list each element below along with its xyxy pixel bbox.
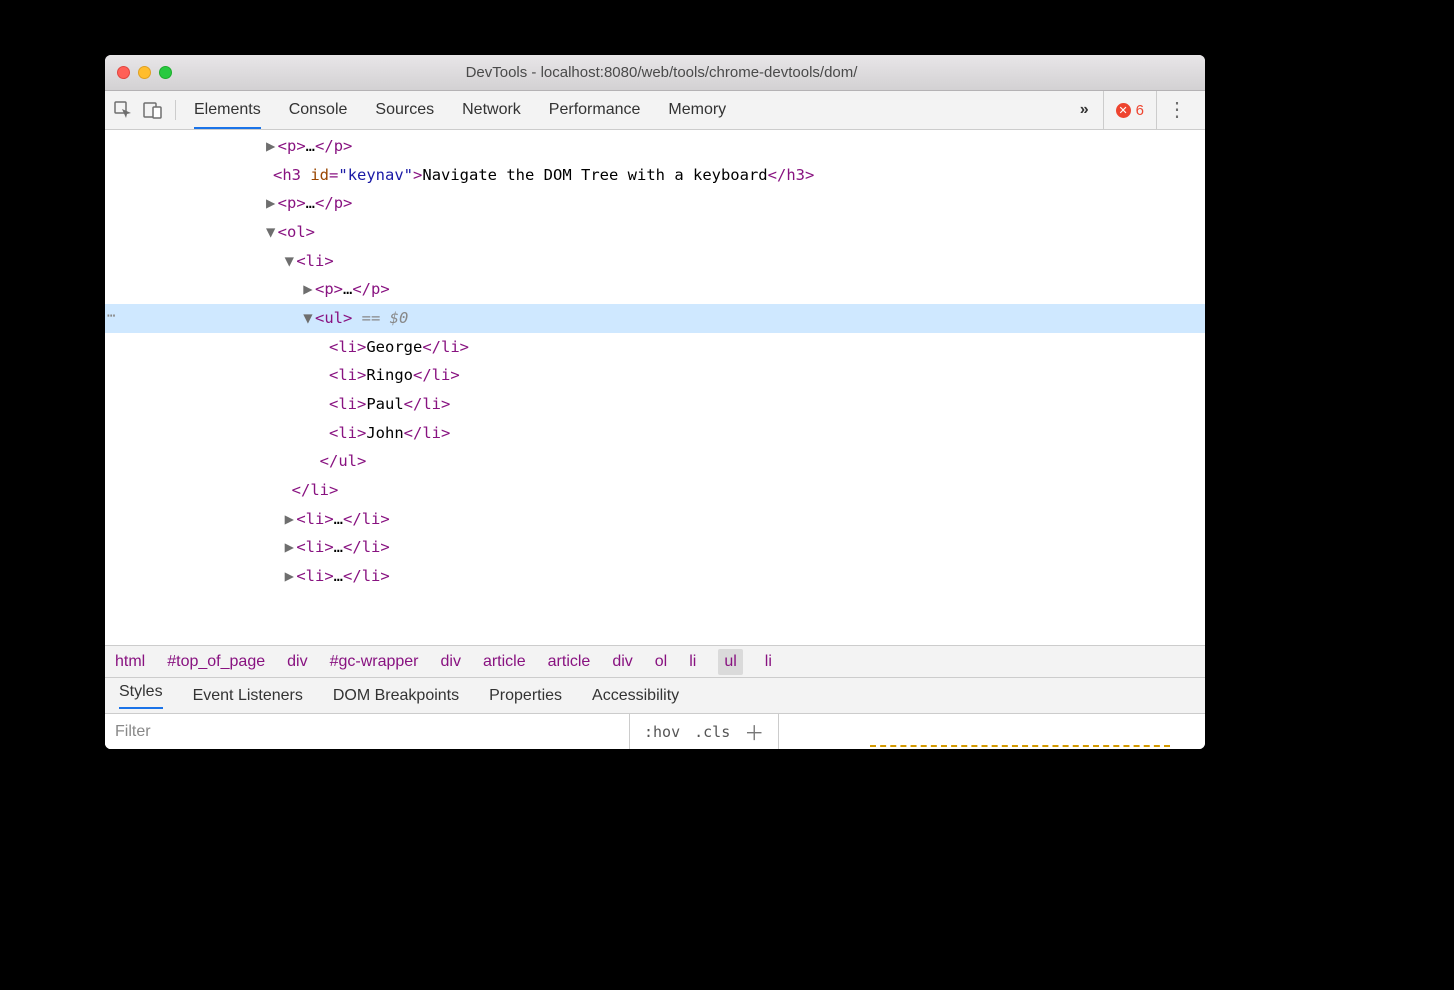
dom-node[interactable]: ▶<li>…</li> (105, 505, 1205, 534)
crumb[interactable]: div (441, 653, 461, 671)
new-style-rule-icon[interactable]: ＋ (744, 717, 764, 746)
hov-toggle[interactable]: :hov (644, 723, 680, 741)
dom-node[interactable]: <h3 id="keynav">Navigate the DOM Tree wi… (105, 161, 1205, 190)
crumb[interactable]: article (483, 653, 526, 671)
subtab-event-listeners[interactable]: Event Listeners (193, 687, 303, 705)
traffic-lights (117, 66, 172, 79)
error-badge-icon: ✕ (1116, 103, 1131, 118)
close-icon[interactable] (117, 66, 130, 79)
crumb[interactable]: ol (655, 653, 667, 671)
dom-node[interactable]: ▶<li>…</li> (105, 533, 1205, 562)
crumb[interactable]: html (115, 653, 145, 671)
subtab-styles[interactable]: Styles (119, 683, 163, 709)
crumb[interactable]: li (765, 653, 772, 671)
subtab-accessibility[interactable]: Accessibility (592, 687, 679, 705)
dom-node[interactable]: ▶<p>…</p> (105, 132, 1205, 161)
subtab-properties[interactable]: Properties (489, 687, 562, 705)
minimize-icon[interactable] (138, 66, 151, 79)
inspect-icon[interactable] (113, 100, 133, 120)
dom-node[interactable]: <li>Paul</li> (105, 390, 1205, 419)
dom-node[interactable]: ▼<li> (105, 247, 1205, 276)
filter-bar: :hov .cls ＋ (105, 713, 1205, 749)
crumb[interactable]: article (548, 653, 591, 671)
crumb[interactable]: div (612, 653, 632, 671)
tab-sources[interactable]: Sources (375, 93, 434, 128)
device-icon[interactable] (143, 100, 163, 120)
tab-performance[interactable]: Performance (549, 93, 641, 128)
tabs-overflow-icon[interactable]: » (1066, 101, 1103, 119)
error-count: 6 (1136, 102, 1144, 119)
error-counter[interactable]: ✕ 6 (1103, 91, 1157, 129)
dom-node[interactable]: ▼<ol> (105, 218, 1205, 247)
crumb[interactable]: li (689, 653, 696, 671)
kebab-menu-icon[interactable]: ⋮ (1157, 100, 1197, 120)
cls-toggle[interactable]: .cls (694, 723, 730, 741)
dom-node[interactable]: <li>John</li> (105, 419, 1205, 448)
zoom-icon[interactable] (159, 66, 172, 79)
breadcrumb: html #top_of_page div #gc-wrapper div ar… (105, 645, 1205, 677)
crumb[interactable]: #gc-wrapper (330, 653, 419, 671)
dom-node[interactable]: <li>Ringo</li> (105, 361, 1205, 390)
subtab-dom-breakpoints[interactable]: DOM Breakpoints (333, 687, 459, 705)
dom-node-selected[interactable]: ⋯ ▼<ul> == $0 (105, 304, 1205, 333)
styles-filter-input[interactable] (105, 714, 630, 749)
panel-tabs: Elements Console Sources Network Perform… (176, 93, 1066, 128)
styles-tabs: Styles Event Listeners DOM Breakpoints P… (105, 677, 1205, 713)
tab-elements[interactable]: Elements (194, 93, 261, 129)
tab-console[interactable]: Console (289, 93, 348, 128)
crumb-selected[interactable]: ul (718, 649, 742, 675)
window-title: DevTools - localhost:8080/web/tools/chro… (180, 64, 1193, 81)
tab-memory[interactable]: Memory (668, 93, 726, 128)
dom-node[interactable]: </li> (105, 476, 1205, 505)
dom-tree[interactable]: ▶<p>…</p> <h3 id="keynav">Navigate the D… (105, 130, 1205, 645)
dom-node[interactable]: ▶<p>…</p> (105, 189, 1205, 218)
selected-marker-icon: ⋯ (105, 304, 115, 330)
tab-network[interactable]: Network (462, 93, 521, 128)
dom-node[interactable]: ▶<p>…</p> (105, 275, 1205, 304)
titlebar: DevTools - localhost:8080/web/tools/chro… (105, 55, 1205, 91)
toolbar: Elements Console Sources Network Perform… (105, 91, 1205, 130)
devtools-window: DevTools - localhost:8080/web/tools/chro… (105, 55, 1205, 749)
dom-node[interactable]: <li>George</li> (105, 333, 1205, 362)
crumb[interactable]: div (287, 653, 307, 671)
dom-node[interactable]: ▶<li>…</li> (105, 562, 1205, 591)
dom-node[interactable]: </ul> (105, 447, 1205, 476)
crumb[interactable]: #top_of_page (167, 653, 265, 671)
highlight-strip (870, 745, 1170, 749)
